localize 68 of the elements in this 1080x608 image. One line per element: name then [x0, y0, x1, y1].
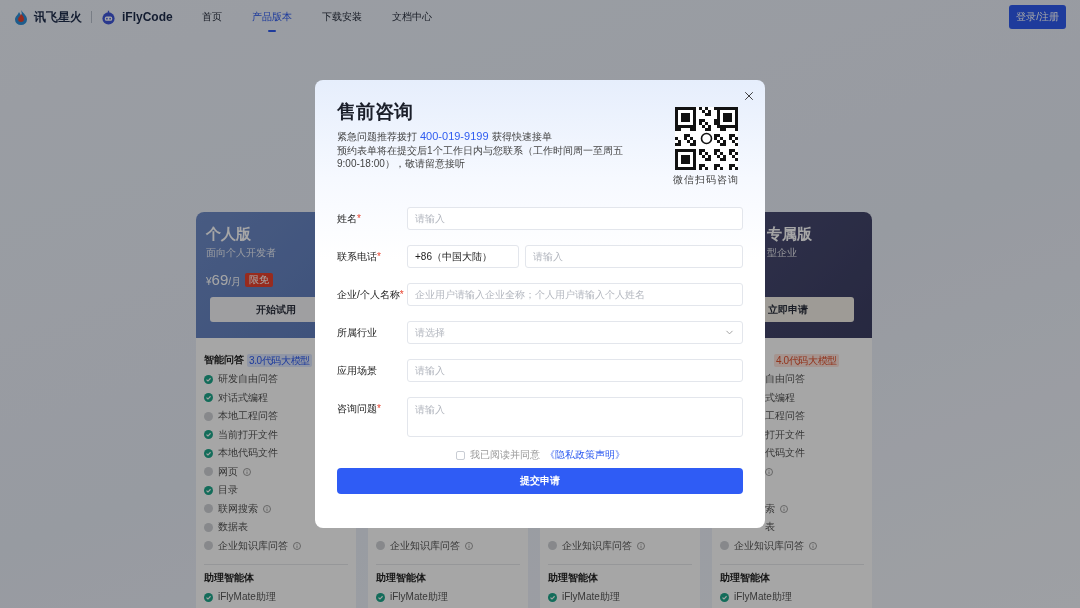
agree-text: 我已阅读并同意: [469, 448, 540, 462]
qr-caption: 微信扫码咨询: [673, 173, 739, 187]
feature-label: 目录: [218, 483, 238, 498]
feature-label: 企业知识库问答: [390, 538, 460, 553]
feature-label: 表: [765, 520, 775, 535]
feature-label: iFlyMate助理: [218, 590, 276, 605]
nav-tab[interactable]: 首页: [202, 0, 222, 34]
feature-label: 代码文件: [765, 446, 805, 461]
model-tag: 4.0代码大模型: [774, 353, 839, 367]
agree-checkbox[interactable]: [455, 450, 465, 460]
field-label: 联系电话*: [337, 249, 382, 264]
feature-label: 索: [765, 501, 775, 516]
hotline-text: 紧急问题推荐拨打 400-019-9199 获得快速接单: [337, 129, 553, 144]
feature-label: 研发自由问答: [218, 372, 278, 387]
field-label: 咨询问题*: [337, 402, 382, 416]
phone-link[interactable]: 400-019-9199: [420, 130, 489, 142]
field-label: 所属行业: [337, 325, 378, 340]
promo-badge: 限免: [245, 273, 274, 287]
privacy-link[interactable]: 《隐私政策声明》: [544, 448, 625, 462]
feature-label: iFlyMate助理: [562, 590, 620, 605]
country-code-select[interactable]: +86（中国大陆）: [407, 245, 519, 268]
input-field[interactable]: 请输入: [407, 359, 743, 382]
feature-label: 企业知识库问答: [562, 538, 632, 553]
field-label: 姓名*: [337, 211, 362, 226]
section-heading: 助理智能体: [204, 571, 254, 585]
feature-label: 自由问答: [765, 372, 805, 387]
field-label: 应用场景: [337, 363, 378, 378]
description-text: 预约表单将在提交后1个工作日内与您联系（工作时间周一至周五9:00-18:00），敬请留意接听: [337, 144, 624, 170]
input-field[interactable]: 企业用户请输入企业全称；个人用户请输入个人姓名: [407, 283, 743, 306]
feature-label: 企业知识库问答: [734, 538, 804, 553]
nav-tab[interactable]: 文档中心: [392, 0, 432, 34]
textarea-field[interactable]: 请输入: [407, 397, 743, 437]
qr-code: [674, 107, 738, 170]
feature-label: iFlyMate助理: [390, 590, 448, 605]
section-heading: 助理智能体: [720, 571, 770, 585]
nav-tab[interactable]: 下载安装: [322, 0, 362, 34]
plan-subtitle: 型企业: [767, 246, 797, 260]
plan-title: 个人版: [206, 224, 251, 244]
login-button[interactable]: 登录/注册: [1009, 5, 1066, 29]
plan-subtitle: 面向个人开发者: [206, 246, 276, 260]
feature-label: 本地工程问答: [218, 409, 278, 424]
feature-label: 打开文件: [765, 427, 805, 442]
section-heading: 智能问答: [204, 353, 244, 367]
feature-label: 网页: [218, 464, 238, 479]
close-button[interactable]: [742, 89, 756, 103]
input-field[interactable]: 请输入: [407, 207, 743, 230]
feature-label: 当前打开文件: [218, 427, 278, 442]
section-heading: 助理智能体: [376, 571, 426, 585]
feature-label: iFlyMate助理: [734, 590, 792, 605]
section-heading: 助理智能体: [548, 571, 598, 585]
nav-tab[interactable]: 产品版本: [252, 0, 292, 34]
feature-label: 数据表: [218, 520, 248, 535]
feature-label: 联网搜索: [218, 501, 258, 516]
flame-logo-icon: [14, 9, 28, 25]
feature-label: 企业知识库问答: [218, 538, 288, 553]
feature-label: 工程问答: [765, 409, 805, 424]
dialog-title: 售前咨询: [337, 100, 414, 124]
phone-input[interactable]: 请输入: [525, 245, 743, 268]
feature-label: 式编程: [765, 390, 795, 405]
submit-button[interactable]: 提交申请: [337, 468, 743, 494]
plan-price: ¥69/月: [206, 271, 242, 289]
model-tag: 3.0代码大模型: [247, 353, 312, 367]
product-name: iFlyCode: [122, 10, 173, 24]
brand-name: 讯飞星火: [34, 8, 82, 26]
feature-label: 本地代码文件: [218, 446, 278, 461]
feature-label: 对话式编程: [218, 390, 268, 405]
robot-logo-icon: [101, 9, 116, 25]
plan-title: 专属版: [767, 224, 812, 244]
